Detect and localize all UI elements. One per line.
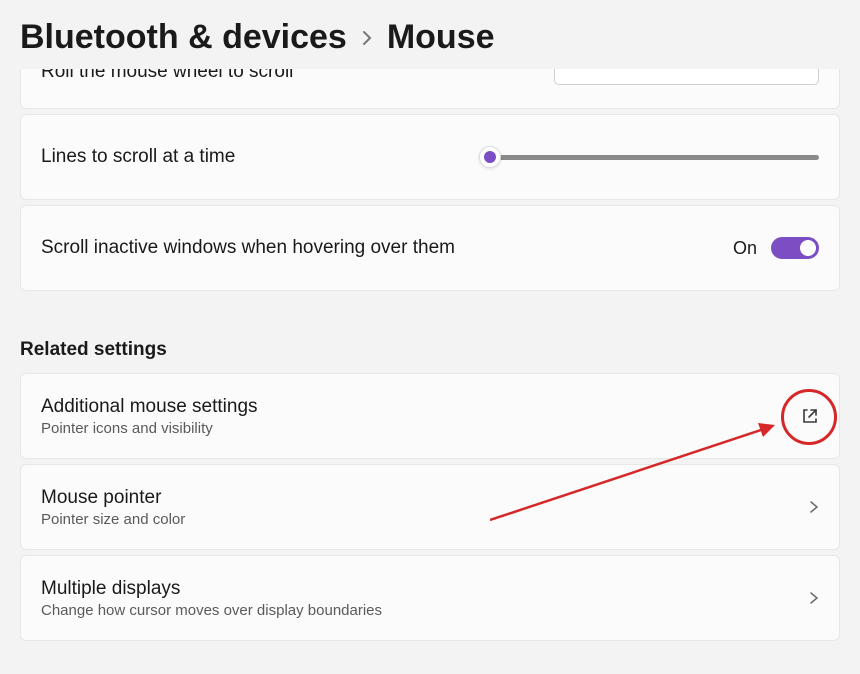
chevron-right-icon	[809, 591, 819, 605]
scroll-wheel-label: Roll the mouse wheel to scroll	[41, 69, 293, 83]
multiple-displays-title: Multiple displays	[41, 578, 382, 600]
additional-mouse-subtitle: Pointer icons and visibility	[41, 420, 258, 437]
open-external-icon	[801, 407, 819, 425]
mouse-pointer-title: Mouse pointer	[41, 487, 185, 509]
additional-mouse-title: Additional mouse settings	[41, 396, 258, 418]
scroll-wheel-card: Roll the mouse wheel to scroll	[20, 69, 840, 109]
breadcrumb-parent[interactable]: Bluetooth & devices	[20, 18, 347, 57]
chevron-right-icon	[361, 30, 373, 46]
mouse-pointer-subtitle: Pointer size and color	[41, 511, 185, 528]
related-settings-title: Related settings	[20, 339, 840, 361]
scroll-inactive-card: Scroll inactive windows when hovering ov…	[20, 205, 840, 291]
chevron-right-icon	[809, 500, 819, 514]
toggle-state-label: On	[733, 238, 757, 259]
additional-mouse-settings-link[interactable]: Additional mouse settings Pointer icons …	[20, 373, 840, 459]
lines-slider[interactable]	[484, 155, 819, 160]
mouse-pointer-link[interactable]: Mouse pointer Pointer size and color	[20, 464, 840, 550]
scroll-inactive-label: Scroll inactive windows when hovering ov…	[41, 237, 455, 259]
toggle-knob-icon	[800, 240, 816, 256]
scroll-wheel-dropdown[interactable]	[554, 69, 819, 85]
breadcrumb-current: Mouse	[387, 18, 495, 57]
multiple-displays-link[interactable]: Multiple displays Change how cursor move…	[20, 555, 840, 641]
slider-thumb-icon[interactable]	[479, 146, 501, 168]
lines-to-scroll-label: Lines to scroll at a time	[41, 146, 235, 168]
scroll-inactive-toggle[interactable]	[771, 237, 819, 259]
lines-to-scroll-card: Lines to scroll at a time	[20, 114, 840, 200]
multiple-displays-subtitle: Change how cursor moves over display bou…	[41, 602, 382, 619]
breadcrumb: Bluetooth & devices Mouse	[0, 0, 860, 57]
